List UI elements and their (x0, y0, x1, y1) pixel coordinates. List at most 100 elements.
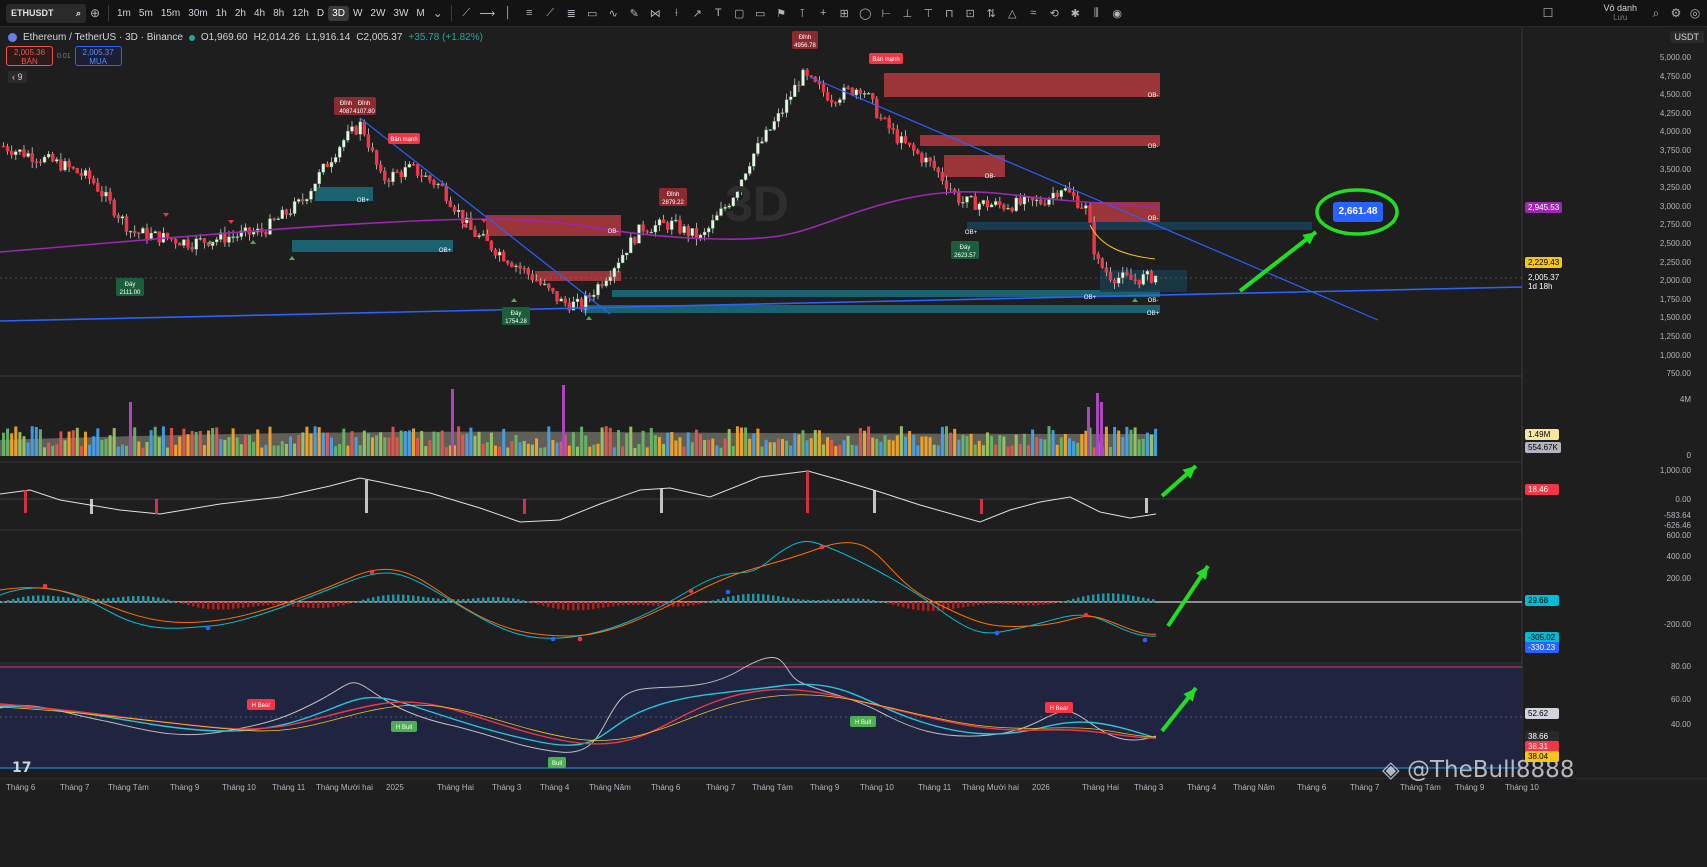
trough-label-text: 1754.28 (505, 319, 527, 325)
macd-histogram-bar (297, 602, 300, 607)
macd-histogram-bar (322, 602, 325, 608)
volume-bar (457, 426, 461, 456)
peak-label: Đỉnh 4107.80 (352, 97, 376, 115)
candle-body (333, 157, 338, 163)
volume-bar (719, 447, 723, 456)
price-scale[interactable]: 5,000.00 4,750.00 4,500.00 4,250.00 4,000.00… (1522, 27, 1707, 795)
volume-bar (284, 443, 288, 456)
macd-cross-dot (1083, 612, 1089, 618)
candle-body (547, 283, 551, 289)
volume-bar (407, 430, 411, 456)
volume-bar (600, 427, 604, 456)
macd-histogram-bar (712, 600, 715, 603)
candle-body (711, 220, 715, 229)
candle-body (1121, 272, 1125, 279)
volume-bar (649, 427, 653, 456)
volume-bar (875, 438, 879, 456)
candle-body (756, 142, 760, 154)
candle-body (551, 287, 555, 292)
macd-histogram-bar (462, 599, 465, 603)
buy-button[interactable]: 2,005.37 MUA (74, 46, 122, 66)
oscillator-marker (980, 499, 983, 514)
volume-bar (674, 440, 678, 456)
macd-histogram-bar (412, 595, 415, 603)
volume-bar (990, 436, 994, 456)
time-tick: Tháng 10 (860, 783, 894, 792)
volume-bar (1072, 441, 1076, 456)
volume-bar (141, 447, 145, 456)
macd-histogram-bar (407, 594, 410, 603)
candle-body (764, 129, 768, 142)
chart-canvas[interactable]: Đỉnh4087Đỉnh4107.80Đỉnh4956.78Đỉnh2879.2… (0, 0, 1707, 867)
macd-histogram-bar (342, 602, 345, 606)
macd-histogram-bar (687, 602, 690, 606)
volume-bar (1084, 430, 1088, 456)
macd-histogram-bar (967, 602, 970, 607)
macd-histogram-bar (402, 594, 405, 603)
candle-body (936, 167, 940, 173)
candle-body (309, 190, 313, 200)
ob-bull-label: OB+ (965, 230, 978, 236)
rsi-tick: 60.00 (1670, 695, 1691, 704)
macd-histogram-bar (852, 598, 855, 603)
legend-title[interactable]: Ethereum / TetherUS · 3D · Binance (23, 32, 183, 43)
macd-histogram-bar (157, 597, 160, 603)
buy-label: MUA (89, 57, 108, 66)
sell-button[interactable]: 2,005.36 BÁN (6, 46, 53, 66)
macd-histogram-bar (477, 597, 480, 603)
macd-histogram-bar (697, 602, 700, 605)
macd-histogram-bar (997, 602, 1000, 605)
macd-histogram-bar (1112, 593, 1115, 603)
candle-body (280, 209, 284, 219)
ob-bull-label-text: OB+ (439, 248, 452, 254)
signal-triangle (289, 256, 295, 260)
signal-triangle (250, 240, 256, 244)
candle-body (79, 172, 84, 176)
volume-spike-bar (129, 402, 132, 456)
candle-body (268, 218, 272, 235)
macd-histogram-bar (132, 596, 135, 603)
candle-body (657, 219, 662, 226)
macd-histogram-bar (387, 594, 390, 603)
volume-bar (608, 427, 612, 456)
macd-cross-dot (42, 583, 48, 589)
macd-histogram-bar (657, 602, 660, 607)
tradingview-logo[interactable]: 17 (12, 760, 31, 776)
oscillator-marker (660, 489, 663, 513)
time-tick: Tháng 7 (60, 783, 90, 792)
candle-body (883, 117, 887, 120)
candle-body (805, 69, 809, 76)
macd-histogram-bar (762, 594, 765, 603)
macd-histogram-bar (927, 602, 930, 611)
volume-bar (59, 431, 63, 456)
macd-histogram-bar (837, 598, 840, 603)
time-tick: Tháng 10 (1505, 783, 1539, 792)
time-tick: Tháng 6 (6, 783, 36, 792)
macd-histogram-bar (167, 599, 170, 603)
candle-body (231, 236, 235, 238)
volume-bar (772, 442, 776, 456)
volume-bar (760, 446, 764, 456)
ethereum-logo-icon (8, 33, 17, 42)
ob-bull-zone (967, 222, 1312, 230)
macd-histogram-bar (1132, 595, 1135, 603)
candle-body (748, 166, 752, 174)
volume-bar (850, 444, 854, 456)
candle-body (891, 128, 895, 130)
candle-body (543, 283, 547, 286)
macd-histogram-bar (202, 602, 205, 609)
volume-bar (211, 428, 215, 456)
candle-body (292, 201, 297, 214)
indicator-toggle[interactable]: ‹ 9 (8, 71, 27, 83)
price-tick: 4,250.00 (1659, 108, 1691, 118)
volume-bar (1002, 436, 1006, 456)
volume-bar (748, 438, 752, 456)
volume-bar (908, 431, 912, 456)
volume-bar (2, 432, 5, 456)
market-status-icon (188, 34, 195, 41)
volume-bar (1031, 429, 1035, 456)
volume-bar (38, 429, 42, 456)
macd-cross-dot (725, 589, 731, 595)
macd-histogram-bar (422, 596, 425, 603)
candle-body (772, 121, 776, 130)
